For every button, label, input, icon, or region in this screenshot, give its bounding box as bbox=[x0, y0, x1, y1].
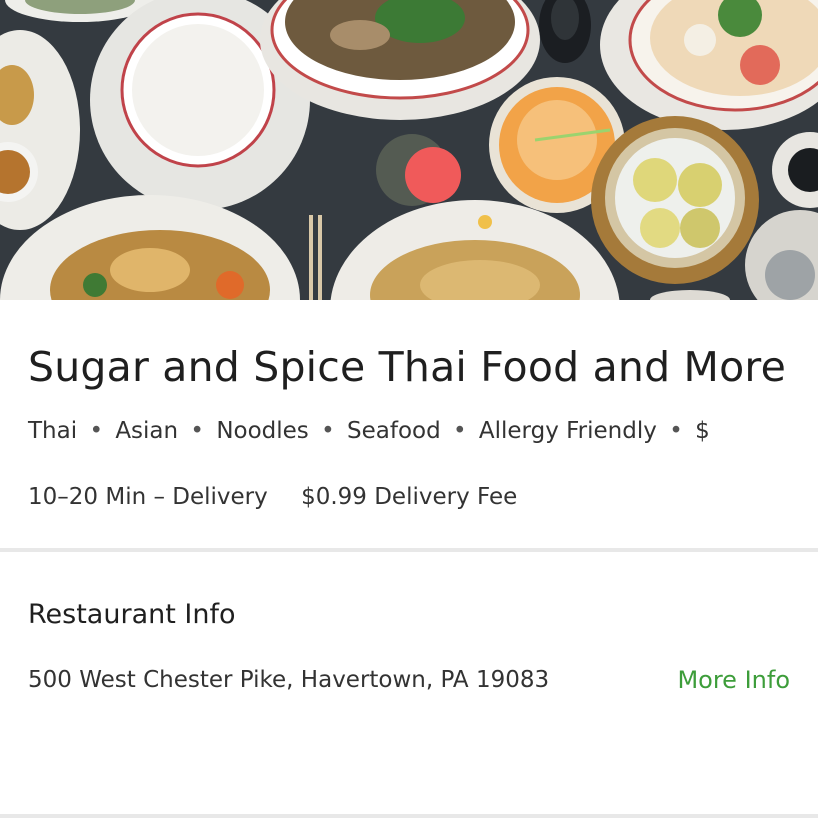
tag-noodles: Noodles bbox=[216, 418, 309, 444]
tag-asian: Asian bbox=[115, 418, 179, 444]
address-row: 500 West Chester Pike, Havertown, PA 190… bbox=[0, 633, 818, 696]
restaurant-address: 500 West Chester Pike, Havertown, PA 190… bbox=[28, 667, 550, 693]
cuisine-tags: Thai • Asian • Noodles • Seafood • Aller… bbox=[28, 415, 790, 447]
tag-separator: • bbox=[89, 418, 104, 444]
bottom-divider bbox=[0, 814, 818, 818]
restaurant-hero-image bbox=[0, 0, 818, 300]
restaurant-name: Sugar and Spice Thai Food and More bbox=[28, 343, 786, 391]
delivery-fee: $0.99 Delivery Fee bbox=[301, 484, 518, 510]
delivery-time: 10–20 Min – Delivery bbox=[28, 484, 268, 510]
tag-thai: Thai bbox=[28, 418, 78, 444]
price-level: $ bbox=[695, 418, 710, 444]
tag-separator: • bbox=[190, 418, 204, 444]
tag-allergy-friendly: Allergy Friendly bbox=[478, 418, 657, 444]
tag-separator: • bbox=[453, 418, 467, 444]
tag-seafood: Seafood bbox=[347, 418, 441, 444]
more-info-link[interactable]: More Info bbox=[677, 664, 790, 696]
restaurant-info-heading: Restaurant Info bbox=[28, 599, 236, 630]
delivery-info: 10–20 Min – Delivery $0.99 Delivery Fee bbox=[28, 481, 790, 513]
tag-separator: • bbox=[321, 418, 335, 444]
tag-separator: • bbox=[669, 418, 683, 444]
